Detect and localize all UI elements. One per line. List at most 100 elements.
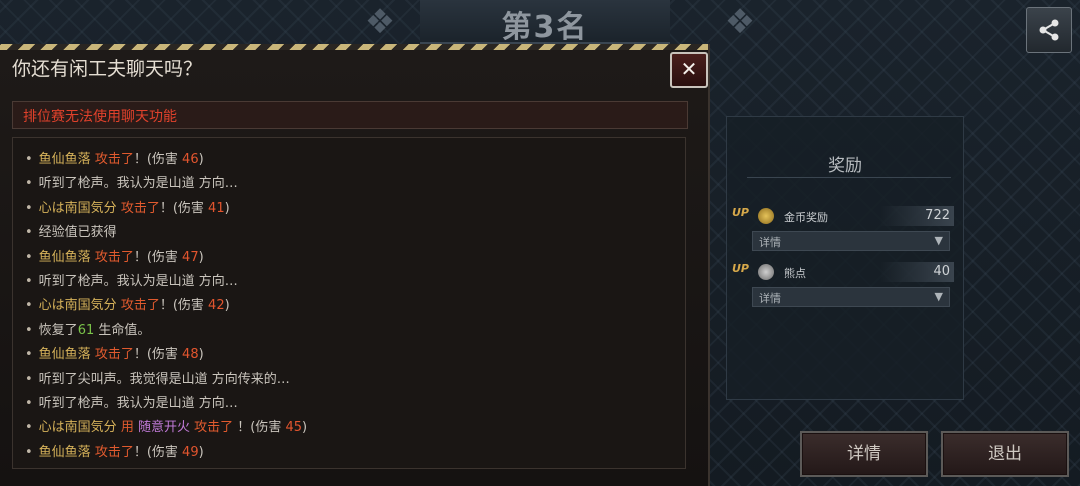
reward-panel: 奖励 [726, 116, 964, 400]
log-text-num: 47 [182, 249, 199, 265]
details-button[interactable]: 详情 [800, 431, 928, 477]
gold-detail-dropdown[interactable]: 详情 ▼ [752, 231, 950, 251]
battle-log[interactable]: • 鱼仙鱼落 攻击了！(伤害 46) • 听到了枪声。我认为是山道 方向… • 心は南国気… [12, 137, 686, 469]
log-text-atk: 攻击了 [189, 420, 234, 436]
up-badge: UP [732, 206, 749, 219]
reward-value: 722 [880, 206, 954, 226]
left-wing-emblem-icon: ❖ [364, 2, 396, 42]
log-text-plain: ) [224, 200, 230, 216]
reward-row-bear-points: UP 熊点 40 [732, 262, 954, 284]
dropdown-label: 详情 [759, 236, 781, 249]
bullet: • [25, 420, 33, 436]
log-text-atk: 用 [116, 420, 138, 436]
log-text-plain: ！(伤害 [159, 298, 209, 314]
close-button[interactable]: ✕ [670, 52, 708, 88]
log-text-num: 48 [182, 347, 199, 363]
log-line: • 听到了枪声。我认为是山道 方向… [25, 392, 238, 412]
log-line: • 鱼仙鱼落 攻击了！(伤害 48) [25, 343, 204, 363]
reward-row-gold: UP 金币奖励 722 [732, 206, 954, 228]
log-text-plain: 生命值。 [94, 322, 151, 338]
log-line: • 鱼仙鱼落 攻击了！(伤害 47) [25, 246, 204, 266]
log-text-num: 46 [182, 152, 199, 167]
log-line: • 心は南国気分 攻击了！(伤害 42) [25, 294, 230, 314]
reward-label: 金币奖励 [784, 211, 828, 224]
log-text-name: 鱼仙鱼落 [38, 347, 91, 363]
share-icon [1039, 19, 1059, 41]
log-text-plain: ) [302, 420, 308, 436]
close-icon: ✕ [680, 57, 698, 81]
log-text-plain: 恢复了 [38, 322, 78, 338]
right-wing-emblem-icon: ❖ [724, 2, 756, 42]
log-text-heal: 61 [77, 322, 95, 338]
reward-title: 奖励 [828, 156, 862, 176]
reward-label: 熊点 [784, 267, 806, 280]
notice-bar: 排位赛无法使用聊天功能 [12, 101, 688, 129]
hazard-stripe [0, 44, 708, 50]
bullet: • [25, 298, 33, 314]
bullet: • [25, 274, 33, 289]
bear-detail-dropdown[interactable]: 详情 ▼ [752, 287, 950, 307]
log-line: • 心は南国気分 攻击了！(伤害 41) [25, 197, 230, 217]
log-text-atk: 攻击了 [90, 347, 134, 363]
bullet: • [25, 371, 33, 387]
log-text-plain: 经验值已获得 [38, 225, 117, 241]
log-text-atk: 攻击了 [90, 152, 134, 167]
log-text-plain: ！(伤害 [133, 347, 183, 363]
bullet: • [25, 444, 33, 460]
bullet: • [25, 176, 33, 192]
bullet: • [25, 225, 33, 241]
rank-title: 第3名 [501, 10, 589, 45]
log-text-name: 心は南国気分 [38, 298, 117, 314]
log-text-plain: ！(伤害 [159, 200, 209, 216]
log-text-plain: ) [198, 152, 204, 167]
bear-icon [758, 264, 774, 280]
log-text-atk: 攻击了 [90, 444, 134, 460]
log-text-num: 49 [182, 444, 199, 460]
chat-popup: 你还有闲工夫聊天吗？ ✕ 排位赛无法使用聊天功能 • 鱼仙鱼落 攻击了！(伤害 4… [0, 44, 710, 486]
popup-title: 你还有闲工夫聊天吗？ [12, 58, 203, 80]
log-text-plain: 听到了尖叫声。我觉得是山道 方向传来的… [38, 371, 290, 387]
chat-disabled-notice: 排位赛无法使用聊天功能 [23, 109, 177, 125]
chevron-down-icon: ▼ [934, 290, 943, 303]
reward-divider [747, 177, 951, 178]
log-line: • 听到了尖叫声。我觉得是山道 方向传来的… [25, 368, 290, 388]
log-text-atk: 攻击了 [90, 249, 134, 265]
chevron-down-icon: ▼ [934, 234, 943, 247]
log-text-name: 心は南国気分 [38, 420, 117, 436]
log-text-plain: ) [198, 249, 204, 265]
bullet: • [25, 322, 33, 338]
log-text-name: 鱼仙鱼落 [38, 444, 91, 460]
bullet: • [25, 249, 33, 265]
log-text-plain: ！(伤害 [133, 152, 183, 167]
log-text-name: 心は南国気分 [38, 200, 117, 216]
exit-button[interactable]: 退出 [941, 431, 1069, 477]
log-line: • 鱼仙鱼落 攻击了！(伤害 46) [25, 148, 204, 168]
log-text-name: 鱼仙鱼落 [38, 249, 91, 265]
reward-value: 40 [880, 262, 954, 282]
up-badge: UP [732, 262, 749, 275]
log-text-skill: 随意开火 [137, 420, 190, 436]
log-text-num: 45 [285, 420, 302, 436]
log-line: • 听到了枪声。我认为是山道 方向… [25, 172, 238, 192]
log-text-plain: ！(伤害 [133, 249, 183, 265]
bullet: • [25, 347, 33, 363]
share-button[interactable] [1026, 7, 1072, 53]
log-text-plain: ) [198, 444, 204, 460]
log-text-atk: 攻击了 [116, 200, 160, 216]
bullet: • [25, 152, 33, 167]
log-text-name: 鱼仙鱼落 [38, 152, 91, 167]
log-text-num: 41 [208, 200, 225, 216]
log-text-plain: 听到了枪声。我认为是山道 方向… [38, 274, 238, 289]
log-text-plain: 听到了枪声。我认为是山道 方向… [38, 176, 238, 192]
bullet: • [25, 396, 33, 411]
log-text-plain: 听到了枪声。我认为是山道 方向… [38, 396, 238, 411]
log-line: • 鱼仙鱼落 攻击了！(伤害 49) [25, 441, 204, 461]
log-text-plain: ！(伤害 [133, 444, 183, 460]
bullet: • [25, 200, 33, 216]
dropdown-label: 详情 [759, 292, 781, 305]
log-text-atk: 攻击了 [116, 298, 160, 314]
log-text-plain: ) [224, 298, 230, 314]
log-text-plain: ) [198, 347, 204, 363]
coin-icon [758, 208, 774, 224]
log-line: • 经验值已获得 [25, 221, 117, 241]
